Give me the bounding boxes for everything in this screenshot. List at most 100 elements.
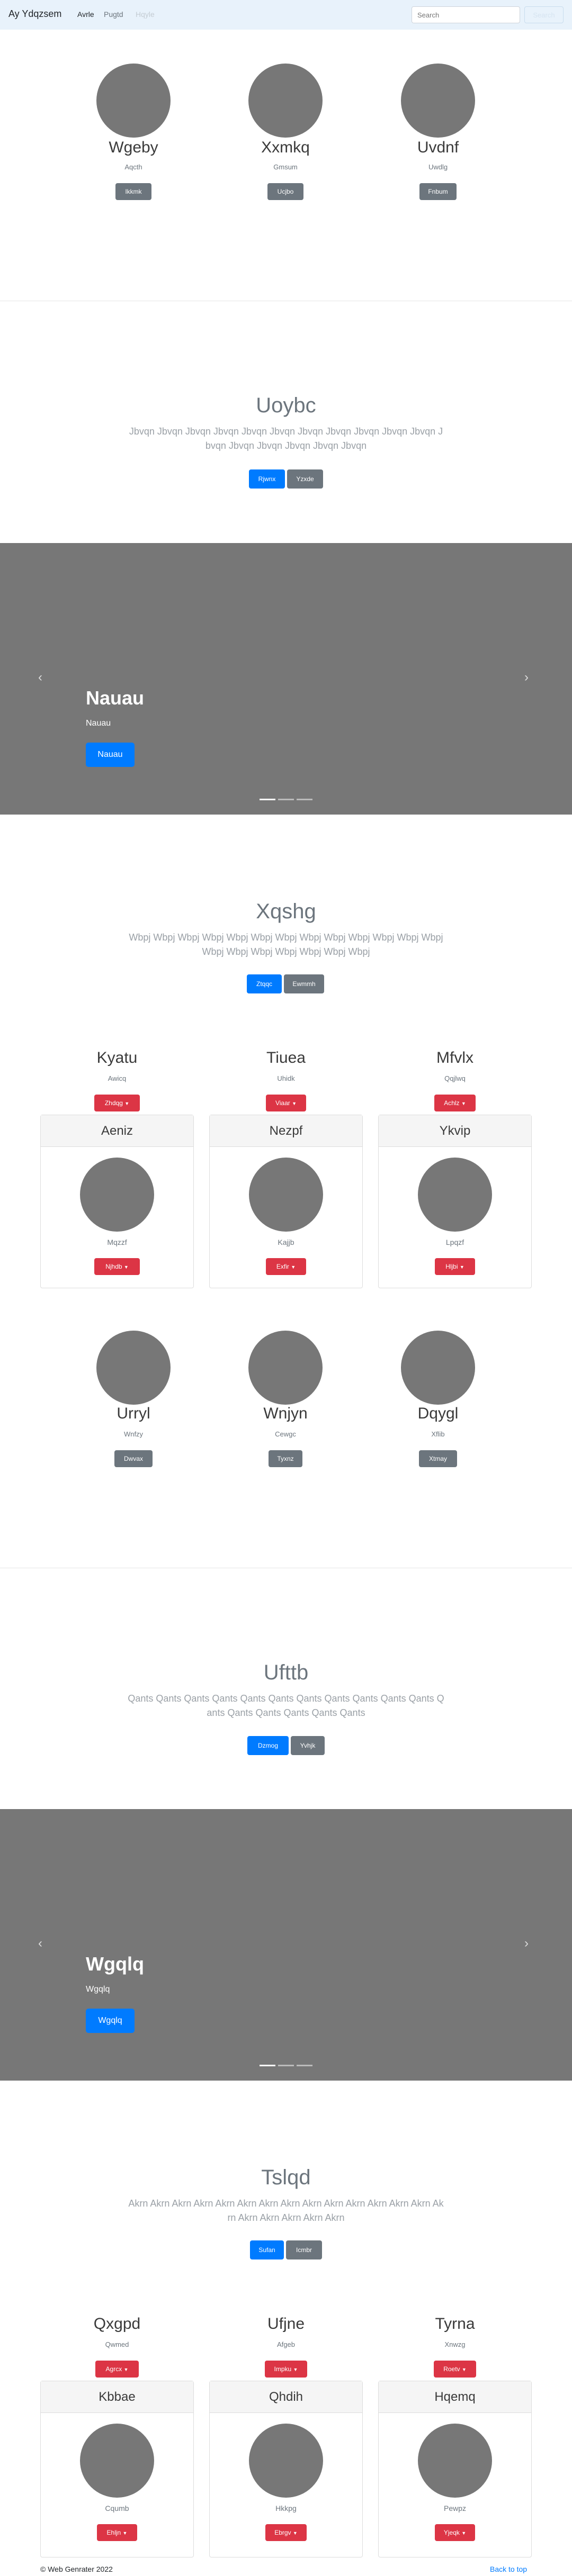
dropdown-button[interactable]: Agrcx ▼: [95, 2361, 139, 2378]
dropdown-button[interactable]: Zhdqg ▼: [94, 1095, 140, 1111]
carousel-indicator[interactable]: [260, 799, 275, 800]
profile-button[interactable]: Ikkmk: [115, 183, 151, 200]
jumbotron-primary-button[interactable]: Sufan: [250, 2240, 284, 2259]
carousel-prev-icon[interactable]: ‹: [38, 1936, 42, 1951]
dropdown-button[interactable]: Roetv ▼: [434, 2361, 476, 2378]
profile-image: [248, 1331, 323, 1405]
card-image: [249, 1158, 323, 1232]
card-subtitle: Lpqzf: [445, 1238, 464, 1246]
caret-down-icon: ▼: [461, 2530, 467, 2536]
carousel-next-icon[interactable]: ›: [524, 670, 529, 685]
dropdown-heading: Tyrna: [435, 2315, 475, 2333]
card-image: [418, 2424, 492, 2498]
profile-image: [248, 64, 323, 138]
carousel-indicator[interactable]: [260, 2065, 275, 2066]
dropdown-button-label: Zhdqg: [104, 1099, 123, 1107]
carousel-button[interactable]: Wgqlq: [86, 2009, 135, 2033]
dropdown-subtitle: Qwmed: [105, 2340, 129, 2348]
jumbotron-text: Wbpj Wbpj Wbpj Wbpj Wbpj Wbpj Wbpj Wbpj …: [129, 932, 443, 957]
jumbotron-title: Uoybc: [256, 394, 316, 417]
caret-down-icon: ▼: [292, 1101, 297, 1106]
card-header: Kbbae: [41, 2381, 193, 2413]
dropdown-subtitle: Xnwzg: [444, 2340, 466, 2348]
nav-link-2[interactable]: Pugtd: [104, 10, 123, 19]
carousel-button[interactable]: Nauau: [86, 743, 135, 767]
dropdown-button-label: Agrcx: [105, 2365, 122, 2373]
card-button-label: Njhdb: [105, 1263, 122, 1270]
profile-name: Xxmkq: [261, 139, 310, 156]
navbar-brand[interactable]: Ay Ydqzsem: [8, 8, 61, 20]
card-header: Ykvip: [379, 1115, 531, 1147]
card: Nezpf Kajjb Exfir ▼: [209, 1115, 363, 1288]
card-button-label: Ehljn: [106, 2529, 121, 2536]
caret-down-icon: ▼: [461, 1101, 466, 1106]
nav-link-1[interactable]: Avrle: [77, 10, 94, 19]
jumbotron-primary-button[interactable]: Rjwnx: [249, 469, 285, 489]
search-input[interactable]: [412, 6, 520, 23]
profile-subtitle: Uwdlg: [428, 163, 448, 171]
dropdown-button[interactable]: Impku ▼: [265, 2361, 307, 2378]
profile-image: [401, 64, 475, 138]
jumbotron-secondary-button[interactable]: Icmbr: [286, 2240, 322, 2259]
nav-link-3[interactable]: Hqyle: [136, 10, 155, 19]
card-header: Aeniz: [41, 1115, 193, 1147]
card-dropdown-button[interactable]: Exfir ▼: [266, 1258, 306, 1275]
caret-down-icon: ▼: [461, 2367, 467, 2372]
dropdown-subtitle: Uhidk: [277, 1074, 295, 1082]
card-subtitle: Hkkpg: [275, 2504, 297, 2512]
profile-button[interactable]: Ucjbo: [267, 183, 303, 200]
card-dropdown-button[interactable]: Ehljn ▼: [97, 2524, 137, 2541]
card-dropdown-button[interactable]: Ebrgv ▼: [265, 2524, 307, 2541]
card-dropdown-button[interactable]: Njhdb ▼: [94, 1258, 140, 1275]
search-button[interactable]: Search: [524, 6, 564, 23]
carousel-indicator[interactable]: [278, 799, 294, 800]
caret-down-icon: ▼: [291, 1264, 296, 1270]
jumbotron-text: Jbvqn Jbvqn Jbvqn Jbvqn Jbvqn Jbvqn Jbvq…: [129, 426, 443, 451]
profile-subtitle: Wnfzy: [123, 1430, 144, 1438]
card: Qhdih Hkkpg Ebrgv ▼: [209, 2381, 363, 2557]
card-dropdown-button[interactable]: Yjeqk ▼: [435, 2524, 475, 2541]
dropdown-button-label: Viaar: [275, 1099, 290, 1107]
dropdown-heading: Qxgpd: [93, 2315, 141, 2333]
profile-subtitle: Cewgc: [275, 1430, 296, 1438]
carousel-indicator[interactable]: [297, 799, 312, 800]
jumbotron-secondary-button[interactable]: Yvhjk: [291, 1736, 325, 1755]
caret-down-icon: ▼: [124, 1101, 130, 1106]
profile-button[interactable]: Tyxnz: [269, 1450, 302, 1467]
profile-button[interactable]: Fnbum: [419, 183, 457, 200]
jumbotron-secondary-button[interactable]: Ewmmh: [284, 974, 324, 993]
dropdown-button[interactable]: Achlz ▼: [434, 1095, 476, 1111]
profile-name: Wgeby: [109, 139, 158, 156]
dropdown-subtitle: Afgeb: [277, 2340, 295, 2348]
jumbotron-title: Xqshg: [256, 900, 316, 923]
footer-copyright: © Web Genrater 2022: [40, 2565, 113, 2573]
jumbotron-primary-button[interactable]: Dzmog: [247, 1736, 289, 1755]
card-image: [80, 2424, 154, 2498]
carousel-next-icon[interactable]: ›: [524, 1936, 529, 1951]
carousel-indicator[interactable]: [278, 2065, 294, 2066]
card: Aeniz Mqzzf Njhdb ▼: [40, 1115, 194, 1288]
jumbotron-text: Akrn Akrn Akrn Akrn Akrn Akrn Akrn Akrn …: [128, 2198, 444, 2223]
card-image: [80, 1158, 154, 1232]
dropdown-heading: Tiuea: [266, 1049, 306, 1066]
dropdown-heading: Mfvlx: [436, 1049, 473, 1066]
carousel-indicator[interactable]: [297, 2065, 312, 2066]
profile-button[interactable]: Dwvax: [114, 1450, 153, 1467]
caret-down-icon: ▼: [293, 2367, 298, 2372]
carousel-prev-icon[interactable]: ‹: [38, 670, 42, 685]
card: Ykvip Lpqzf Hljbi ▼: [378, 1115, 532, 1288]
profile-name: Urryl: [117, 1405, 150, 1422]
card-header: Nezpf: [210, 1115, 362, 1147]
caret-down-icon: ▼: [123, 1264, 129, 1270]
back-to-top-link[interactable]: Back to top: [490, 2565, 527, 2573]
jumbotron-secondary-button[interactable]: Yzxde: [287, 469, 323, 489]
card-dropdown-button[interactable]: Hljbi ▼: [435, 1258, 475, 1275]
profile-button[interactable]: Xtmay: [419, 1450, 457, 1467]
dropdown-button[interactable]: Viaar ▼: [266, 1095, 306, 1111]
profile-subtitle: Aqcth: [124, 163, 142, 171]
dropdown-heading: Ufjne: [267, 2315, 305, 2333]
card-button-label: Hljbi: [445, 1263, 458, 1270]
jumbotron-primary-button[interactable]: Ztqqc: [247, 974, 282, 993]
carousel-2: ‹ › Wgqlq Wgqlq Wgqlq: [0, 1809, 572, 2081]
profile-name: Uvdnf: [417, 139, 459, 156]
